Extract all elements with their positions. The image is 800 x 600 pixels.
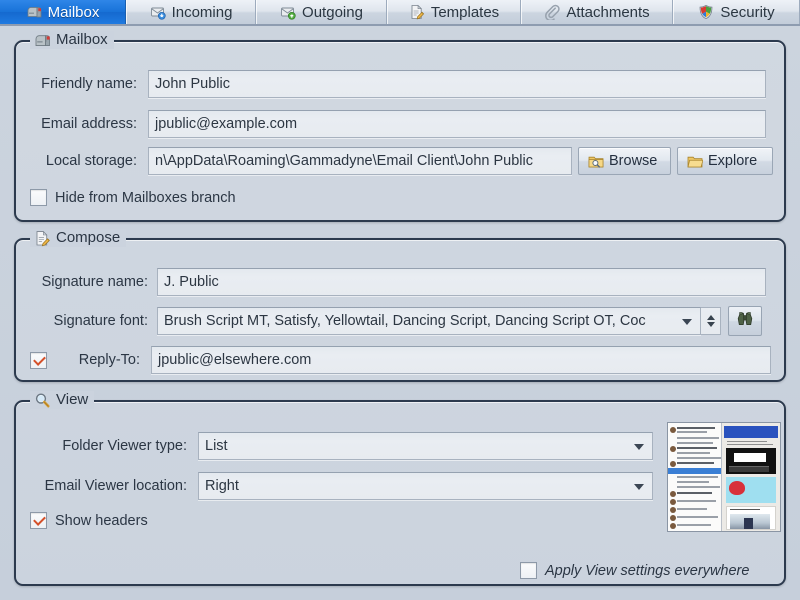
signature-font-combobox[interactable]: Brush Script MT, Satisfy, Yellowtail, Da… xyxy=(157,307,701,335)
view-group-title: View xyxy=(30,391,95,409)
view-group: View Folder Viewer type: List Email View… xyxy=(14,391,786,586)
hide-from-branch-label: Hide from Mailboxes branch xyxy=(55,189,236,206)
email-viewer-location-label: Email Viewer location: xyxy=(44,478,187,494)
preview-folder-list xyxy=(668,423,723,531)
hide-from-branch-checkbox[interactable]: Hide from Mailboxes branch xyxy=(30,189,236,206)
tab-templates[interactable]: Templates xyxy=(387,0,521,24)
compose-group: Compose Signature name: J. Public Signat… xyxy=(14,229,786,382)
email-address-input[interactable]: jpublic@example.com xyxy=(148,110,766,138)
mailbox-icon xyxy=(34,32,51,49)
compose-group-title: Compose xyxy=(30,229,127,247)
tab-attachments[interactable]: Attachments xyxy=(521,0,673,24)
chevron-down-icon[interactable] xyxy=(634,484,644,490)
signature-font-label: Signature font: xyxy=(53,313,148,329)
email-address-label: Email address: xyxy=(41,116,137,132)
show-headers-label: Show headers xyxy=(55,512,148,529)
email-viewer-location-value: Right xyxy=(205,478,239,494)
browse-button-label: Browse xyxy=(609,153,658,169)
tab-label: Attachments xyxy=(566,3,650,21)
outbox-up-icon xyxy=(280,4,296,20)
preview-email-viewer xyxy=(722,423,780,531)
reply-to-label: Reply-To: xyxy=(78,352,140,368)
group-title-label: Compose xyxy=(56,229,121,246)
folder-search-icon xyxy=(588,154,604,169)
mailbox-properties-dialog: Mailbox Incoming Outgoing Templates Atta… xyxy=(0,0,800,600)
tab-label: Incoming xyxy=(171,3,233,21)
layout-preview-thumbnail xyxy=(667,422,781,532)
binoculars-icon xyxy=(736,311,754,331)
apply-view-settings-everywhere-checkbox[interactable]: Apply View settings everywhere xyxy=(520,562,749,579)
tab-incoming[interactable]: Incoming xyxy=(126,0,256,24)
folder-open-icon xyxy=(687,154,704,169)
chevron-down-icon[interactable] xyxy=(682,319,692,325)
magnifier-icon xyxy=(34,392,51,409)
reply-to-input[interactable]: jpublic@elsewhere.com xyxy=(151,346,771,374)
tab-label: Security xyxy=(720,3,775,21)
checkbox-box xyxy=(30,189,47,206)
up-down-spinner-icon[interactable] xyxy=(701,307,721,335)
shield-icon xyxy=(698,4,714,20)
document-pencil-icon xyxy=(34,230,51,247)
explore-button[interactable]: Explore xyxy=(677,147,773,175)
local-storage-label: Local storage: xyxy=(45,153,137,169)
tab-label: Outgoing xyxy=(302,3,363,21)
tab-strip: Mailbox Incoming Outgoing Templates Atta… xyxy=(0,0,800,26)
chevron-down-icon[interactable] xyxy=(634,444,644,450)
paperclip-icon xyxy=(544,4,560,22)
mailbox-icon xyxy=(26,4,42,20)
friendly-name-input[interactable]: John Public xyxy=(148,70,766,98)
group-title-label: View xyxy=(56,391,89,408)
show-headers-checkbox[interactable]: Show headers xyxy=(30,512,148,529)
tab-outgoing[interactable]: Outgoing xyxy=(256,0,387,24)
tab-label: Templates xyxy=(430,3,500,21)
folder-viewer-type-select[interactable]: List xyxy=(198,432,653,460)
email-viewer-location-select[interactable]: Right xyxy=(198,472,653,500)
mailbox-group: Mailbox Friendly name: John Public Email… xyxy=(14,31,786,222)
folder-viewer-type-value: List xyxy=(205,438,228,454)
friendly-name-label: Friendly name: xyxy=(41,76,137,92)
document-pencil-icon xyxy=(409,4,425,20)
folder-viewer-type-label: Folder Viewer type: xyxy=(62,438,187,454)
checkbox-box xyxy=(520,562,537,579)
mailbox-group-title: Mailbox xyxy=(30,31,114,49)
reply-to-checkbox[interactable] xyxy=(30,351,47,369)
signature-name-label: Signature name: xyxy=(41,274,148,290)
signature-font-value: Brush Script MT, Satisfy, Yellowtail, Da… xyxy=(164,313,646,329)
signature-name-input[interactable]: J. Public xyxy=(157,268,766,296)
tab-mailbox[interactable]: Mailbox xyxy=(0,0,126,24)
checkbox-box xyxy=(30,512,47,529)
font-browse-button[interactable] xyxy=(728,306,762,336)
apply-view-settings-everywhere-label: Apply View settings everywhere xyxy=(545,562,750,579)
explore-button-label: Explore xyxy=(708,153,758,169)
tab-security[interactable]: Security xyxy=(673,0,800,24)
inbox-down-icon xyxy=(150,4,166,20)
browse-button[interactable]: Browse xyxy=(578,147,671,175)
group-title-label: Mailbox xyxy=(56,31,108,48)
local-storage-input[interactable]: n\AppData\Roaming\Gammadyne\Email Client… xyxy=(148,147,572,175)
tab-label: Mailbox xyxy=(47,3,100,21)
